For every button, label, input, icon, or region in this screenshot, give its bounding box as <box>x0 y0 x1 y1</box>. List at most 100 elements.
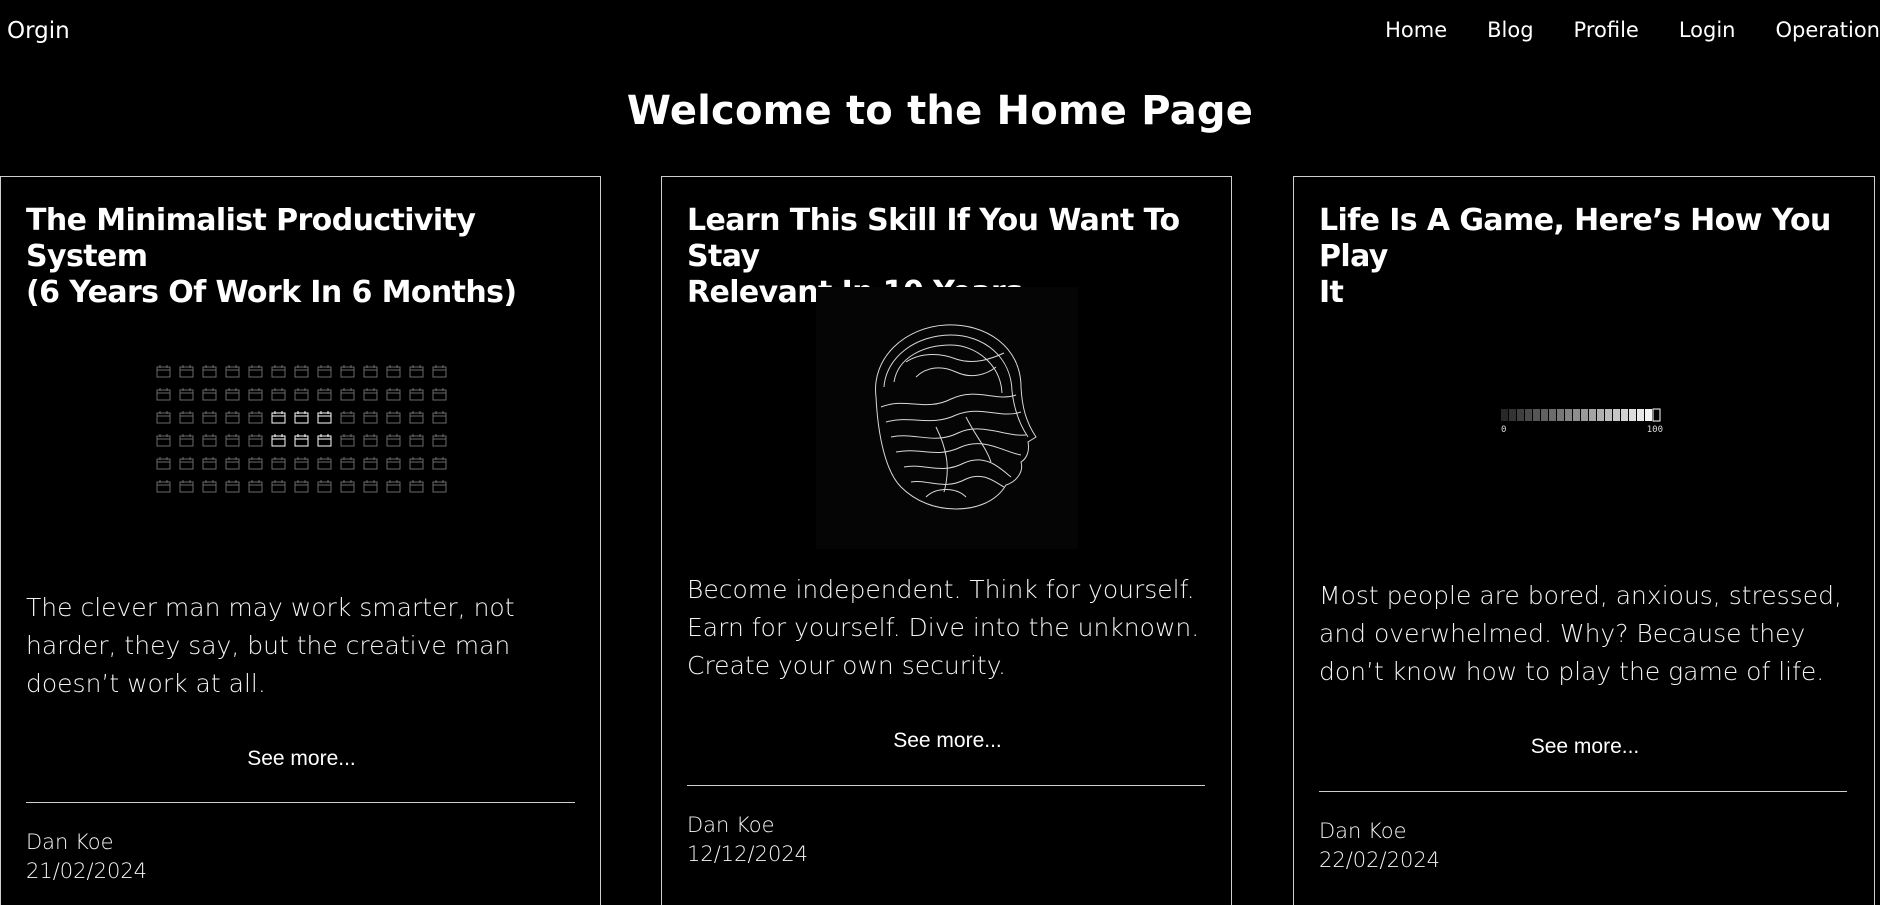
calendar-cell-icon <box>271 388 286 401</box>
calendar-cell-icon <box>156 365 171 378</box>
calendar-cell-icon <box>432 388 447 401</box>
calendar-cell-icon <box>179 388 194 401</box>
calendar-cell-icon <box>225 457 240 470</box>
calendar-cell-icon <box>363 388 378 401</box>
nav-menu: Home Blog Profile Login Operation <box>1385 18 1880 42</box>
calendar-cell-icon <box>317 365 332 378</box>
progress-segment <box>1557 409 1564 421</box>
desc-line: Become independent. Think for yourself. <box>687 575 1195 604</box>
card-description: Most people are bored, anxious, stressed… <box>1319 577 1842 691</box>
calendar-grid-icon <box>151 359 451 499</box>
see-more-link[interactable]: See more... <box>662 729 1233 753</box>
blog-card: Learn This Skill If You Want To Stay Rel… <box>661 176 1232 905</box>
progress-segment <box>1549 409 1556 421</box>
progress-segment <box>1621 409 1628 421</box>
desc-line: Most people are bored, anxious, stressed… <box>1319 581 1842 610</box>
calendar-cell-icon <box>432 411 447 424</box>
calendar-cell-icon <box>409 457 424 470</box>
card-author: Dan Koe <box>687 813 775 837</box>
calendar-cell-icon <box>363 365 378 378</box>
calendar-cell-icon <box>317 411 332 424</box>
calendar-cell-icon <box>432 365 447 378</box>
nav-link-login[interactable]: Login <box>1679 18 1736 42</box>
calendar-cell-icon <box>432 434 447 447</box>
calendar-cell-icon <box>409 411 424 424</box>
progress-segment <box>1525 409 1532 421</box>
desc-line: Create your own security. <box>687 651 1006 680</box>
see-more-link[interactable]: See more... <box>1294 735 1876 759</box>
progress-min-label: 0 <box>1501 425 1507 435</box>
calendar-cell-icon <box>294 480 309 493</box>
calendar-cell-icon <box>317 480 332 493</box>
nav-link-operation[interactable]: Operation <box>1775 18 1880 42</box>
calendar-cell-icon <box>248 434 263 447</box>
calendar-cell-icon <box>294 411 309 424</box>
progress-segment <box>1637 409 1644 421</box>
calendar-cell-icon <box>340 411 355 424</box>
calendar-cell-icon <box>248 480 263 493</box>
calendar-cell-icon <box>225 480 240 493</box>
nav-link-profile[interactable]: Profile <box>1574 18 1639 42</box>
calendar-cell-icon <box>179 480 194 493</box>
calendar-cell-icon <box>179 365 194 378</box>
calendar-cell-icon <box>386 388 401 401</box>
progress-segment <box>1597 409 1604 421</box>
calendar-cell-icon <box>386 480 401 493</box>
nav-link-home[interactable]: Home <box>1385 18 1447 42</box>
calendar-cell-icon <box>363 480 378 493</box>
blog-card: Life Is A Game, Here’s How You Play It 0… <box>1293 176 1875 905</box>
calendar-cell-icon <box>294 434 309 447</box>
card-title[interactable]: Life Is A Game, Here’s How You Play It <box>1319 203 1874 311</box>
calendar-cell-icon <box>294 365 309 378</box>
calendar-cell-icon <box>248 457 263 470</box>
desc-line: doesn’t work at all. <box>26 669 266 698</box>
nav-link-blog[interactable]: Blog <box>1487 18 1533 42</box>
calendar-cell-icon <box>340 434 355 447</box>
calendar-cell-icon <box>363 411 378 424</box>
card-title-line: It <box>1319 275 1344 310</box>
calendar-cell-icon <box>409 365 424 378</box>
progress-segment <box>1501 409 1508 421</box>
desc-line: don’t know how to play the game of life. <box>1319 657 1825 686</box>
calendar-cell-icon <box>432 457 447 470</box>
calendar-cell-icon <box>409 480 424 493</box>
card-author: Dan Koe <box>26 830 114 854</box>
progress-segment <box>1613 409 1620 421</box>
progress-segment <box>1509 409 1516 421</box>
calendar-cell-icon <box>317 388 332 401</box>
calendar-cell-icon <box>386 365 401 378</box>
calendar-cell-icon <box>179 411 194 424</box>
card-title-line: The Minimalist Productivity System <box>26 203 476 274</box>
page-heading: Welcome to the Home Page <box>626 88 1254 134</box>
calendar-cell-icon <box>271 480 286 493</box>
progress-segment <box>1629 409 1636 421</box>
progress-segment <box>1517 409 1524 421</box>
progress-segment <box>1589 409 1596 421</box>
see-more-link[interactable]: See more... <box>1 747 602 771</box>
navbar: Orgin Home Blog Profile Login Operation <box>0 0 1880 64</box>
calendar-cell-icon <box>202 388 217 401</box>
calendar-cell-icon <box>363 434 378 447</box>
calendar-cell-icon <box>156 434 171 447</box>
card-title[interactable]: The Minimalist Productivity System (6 Ye… <box>26 203 600 311</box>
head-contour-icon <box>816 287 1078 549</box>
card-date: 21/02/2024 <box>26 859 148 883</box>
card-title-line: Learn This Skill If You Want To Stay <box>687 203 1180 274</box>
card-title-line: (6 Years Of Work In 6 Months) <box>26 275 517 310</box>
card-description: The clever man may work smarter, not har… <box>26 589 515 703</box>
calendar-cell-icon <box>386 411 401 424</box>
calendar-cell-icon <box>248 411 263 424</box>
calendar-cell-icon <box>248 365 263 378</box>
card-date: 22/02/2024 <box>1319 848 1441 872</box>
desc-line: The clever man may work smarter, not <box>26 593 515 622</box>
calendar-cell-icon <box>294 388 309 401</box>
calendar-cell-icon <box>317 434 332 447</box>
calendar-cell-icon <box>225 434 240 447</box>
progress-segment <box>1652 408 1661 422</box>
calendar-cell-icon <box>294 457 309 470</box>
calendar-cell-icon <box>363 457 378 470</box>
progress-segment <box>1541 409 1548 421</box>
brand-logo[interactable]: Orgin <box>7 18 70 44</box>
calendar-cell-icon <box>432 480 447 493</box>
calendar-cell-icon <box>225 411 240 424</box>
